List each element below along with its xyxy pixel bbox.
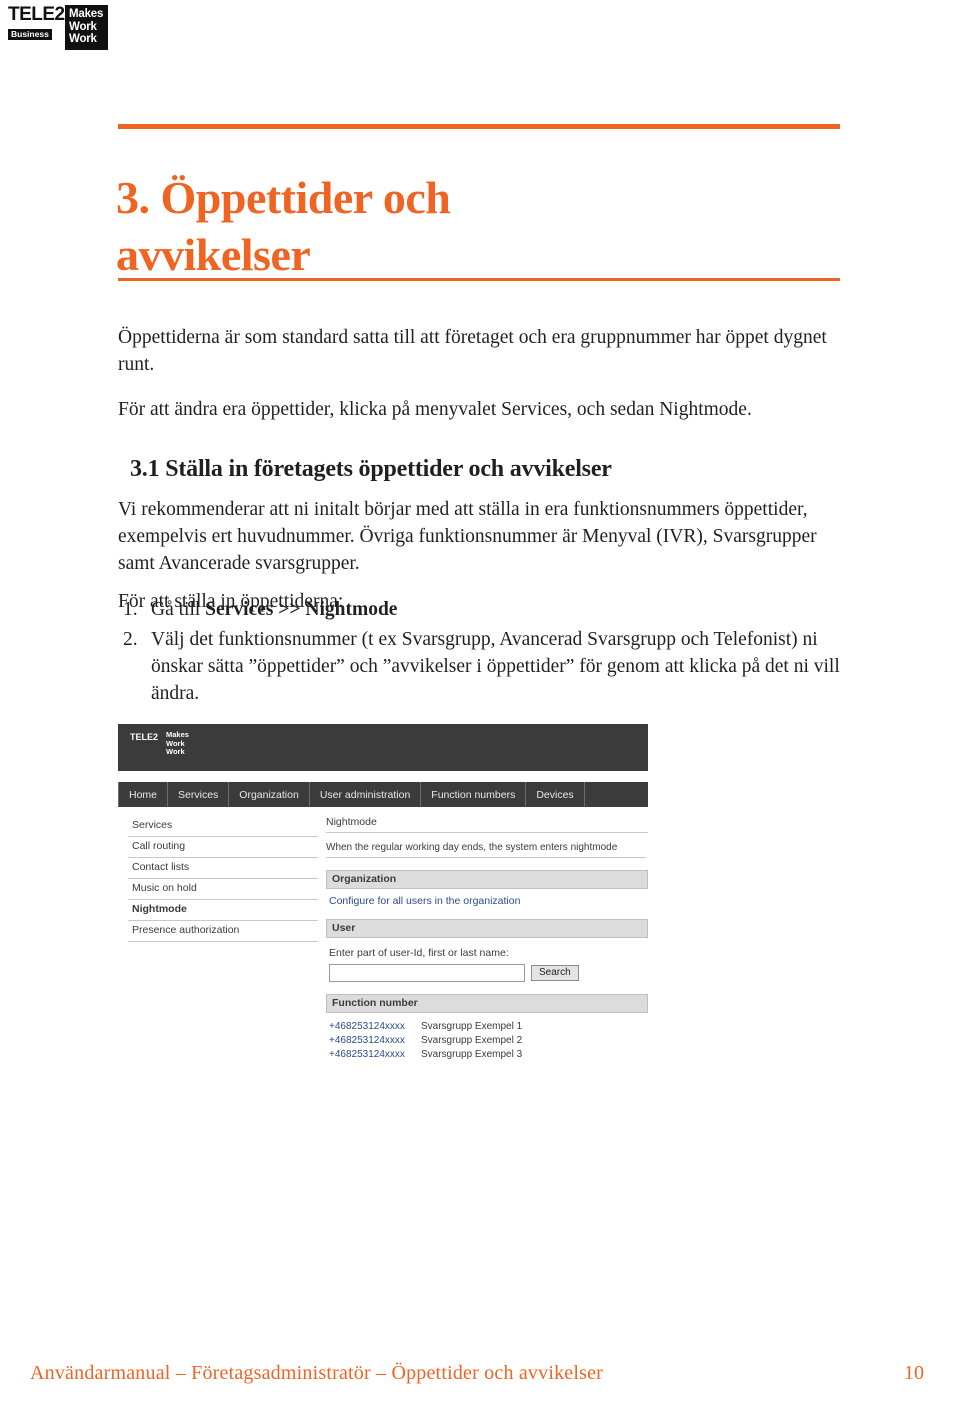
tagline-line-3: Work: [69, 33, 97, 45]
function-number-value[interactable]: +468253124xxxx: [329, 1049, 421, 1060]
screenshot-nav-tabs[interactable]: Home Services Organization User administ…: [118, 782, 648, 807]
list-item-marker: 2.: [123, 629, 138, 650]
section-subheading: 3.1 Ställa in företagets öppettider och …: [130, 455, 612, 482]
panel-title: Nightmode: [326, 816, 648, 833]
tab-services[interactable]: Services: [168, 782, 230, 807]
tab-devices[interactable]: Devices: [526, 782, 585, 807]
section-header-organization: Organization: [326, 870, 648, 889]
function-number-name: Svarsgrupp Exempel 3: [421, 1049, 523, 1060]
page-title-line-2: avvikelser: [116, 228, 311, 280]
section-header-function-number: Function number: [326, 994, 648, 1013]
function-number-value[interactable]: +468253124xxxx: [329, 1021, 421, 1032]
function-number-name: Svarsgrupp Exempel 2: [421, 1035, 523, 1046]
tele2-business-label: Business: [8, 29, 52, 40]
recommendation-paragraph: Vi rekommenderar att ni initalt börjar m…: [118, 498, 817, 574]
screenshot-tagline-line-3: Work: [166, 747, 185, 756]
list-item-marker: 1.: [123, 599, 138, 620]
screenshot-tele2-logo: TELE2: [130, 733, 158, 742]
tab-home[interactable]: Home: [118, 782, 169, 807]
sidebar-item-call-routing[interactable]: Call routing: [128, 837, 318, 858]
function-number-value[interactable]: +468253124xxxx: [329, 1035, 421, 1046]
tab-function-numbers[interactable]: Function numbers: [421, 782, 527, 807]
function-number-name: Svarsgrupp Exempel 1: [421, 1021, 523, 1032]
function-number-table: +468253124xxxx Svarsgrupp Exempel 1 +468…: [326, 1021, 648, 1060]
page-title-line-1: 3. Öppettider och: [116, 171, 451, 223]
page-title: 3. Öppettider och avvikelser: [116, 169, 856, 283]
tagline-line-2: Work: [69, 20, 97, 33]
application-screenshot: TELE2 Makes Work Work Home Services Orga…: [118, 724, 648, 1120]
sidebar-item-services[interactable]: Services: [128, 816, 318, 837]
sidebar-item-contact-lists[interactable]: Contact lists: [128, 858, 318, 879]
brand-logo: TELE2 Business Makes Work Work: [8, 5, 118, 55]
screenshot-brand-wordmark: TELE2: [130, 732, 159, 742]
tab-organization[interactable]: Organization: [229, 782, 310, 807]
screenshot-main-panel: Nightmode When the regular working day e…: [326, 816, 648, 1060]
table-row[interactable]: +468253124xxxx Svarsgrupp Exempel 1: [329, 1021, 648, 1032]
sidebar-item-nightmode[interactable]: Nightmode: [128, 900, 318, 921]
table-row[interactable]: +468253124xxxx Svarsgrupp Exempel 2: [329, 1035, 648, 1046]
footer-title: Användarmanual – Företagsadministratör –…: [30, 1362, 604, 1384]
tagline-line-1: Makes: [69, 8, 104, 20]
user-search-label: Enter part of user-Id, first or last nam…: [329, 947, 509, 959]
title-rule-top: [118, 124, 840, 129]
organization-configure-link[interactable]: Configure for all users in the organizat…: [326, 895, 648, 907]
tele2-logo: TELE2 Business: [8, 4, 65, 40]
user-search-input[interactable]: [329, 964, 525, 982]
screenshot-sidebar: Services Call routing Contact lists Musi…: [128, 816, 318, 942]
list-item-text: Välj det funktionsnummer (t ex Svarsgrup…: [151, 629, 840, 704]
panel-description: When the regular working day ends, the s…: [326, 842, 646, 858]
list-item: 1. Gå till Services >> Nightmode: [118, 596, 853, 623]
tab-user-administration[interactable]: User administration: [310, 782, 422, 807]
search-button[interactable]: Search: [531, 965, 579, 981]
list-item: 2. Välj det funktionsnummer (t ex Svarsg…: [118, 626, 853, 707]
makes-work-work-logo: Makes Work Work: [65, 5, 109, 50]
steps-list: 1. Gå till Services >> Nightmode 2. Välj…: [118, 596, 853, 710]
screenshot-tagline-logo: Makes Work Work: [166, 730, 189, 757]
list-item-emphasis: Services >> Nightmode: [205, 599, 398, 620]
table-row[interactable]: +468253124xxxx Svarsgrupp Exempel 3: [329, 1049, 648, 1060]
list-item-text: Gå till: [151, 599, 206, 620]
intro-paragraph: Öppettiderna är som standard satta till …: [118, 326, 827, 375]
tele2-wordmark: TELE2: [8, 4, 65, 25]
section-header-user: User: [326, 919, 648, 938]
sidebar-item-music-on-hold[interactable]: Music on hold: [128, 879, 318, 900]
screenshot-header-bar: TELE2 Makes Work Work: [118, 724, 648, 771]
sidebar-item-presence-authorization[interactable]: Presence authorization: [128, 921, 318, 942]
user-search-row: Search: [326, 964, 648, 982]
instruction-paragraph: För att ändra era öppettider, klicka på …: [118, 398, 752, 420]
footer-page-number: 10: [904, 1362, 924, 1384]
